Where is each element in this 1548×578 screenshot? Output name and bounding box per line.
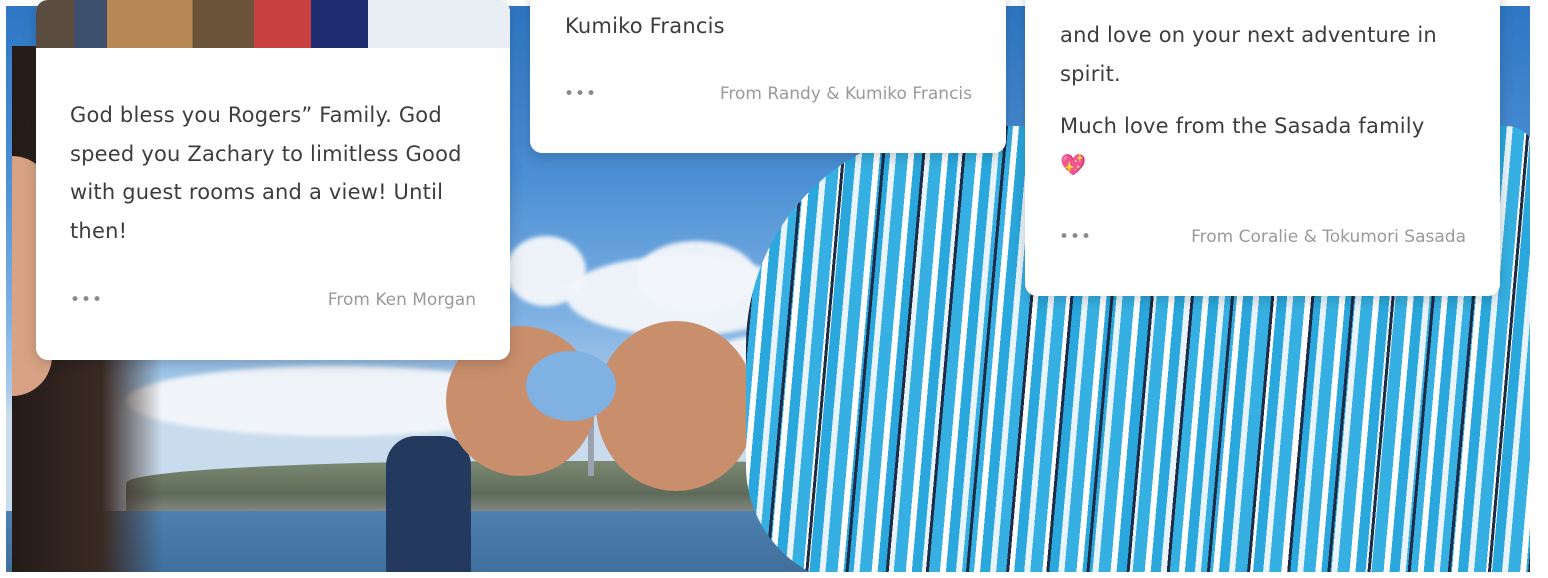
card-footer: ••• From Coralie & Tokumori Sasada [1059, 227, 1466, 247]
card-footer: ••• From Randy & Kumiko Francis [564, 84, 972, 104]
dark-sleeve [386, 436, 471, 572]
sender-name: From Ken Morgan [327, 290, 476, 310]
heart-gap [526, 351, 616, 421]
more-options-button[interactable]: ••• [564, 84, 597, 104]
message-text-line: spirit. [1060, 61, 1121, 86]
sparkling-heart-icon: 💖 [1060, 152, 1087, 177]
message-text-line: Much love from the Sasada family [1060, 114, 1425, 138]
card-message: God bless you Rogers” Family. God speed … [70, 96, 480, 250]
message-card-ken-morgan: God bless you Rogers” Family. God speed … [36, 0, 510, 360]
message-card-randy-kumiko-francis: Kumiko Francis ••• From Randy & Kumiko F… [530, 0, 1006, 153]
card-photo [36, 0, 510, 48]
sender-name: From Randy & Kumiko Francis [719, 84, 972, 104]
more-options-button[interactable]: ••• [1059, 227, 1092, 247]
more-options-button[interactable]: ••• [70, 290, 103, 310]
card-footer: ••• From Ken Morgan [70, 290, 476, 310]
message-card-coralie-tokumori-sasada: and love on your next adventure in spiri… [1025, 0, 1500, 296]
right-hand [596, 321, 756, 491]
cloud [636, 241, 756, 311]
card-message: and love on your next adventure in spiri… [1060, 16, 1470, 184]
message-text-line: and love on your next adventure in [1060, 23, 1437, 47]
message-text: Kumiko Francis [565, 14, 725, 38]
sender-name: From Coralie & Tokumori Sasada [1191, 227, 1466, 247]
card-message: Kumiko Francis [565, 7, 976, 46]
message-text: God bless you Rogers” Family. God speed … [70, 103, 462, 243]
